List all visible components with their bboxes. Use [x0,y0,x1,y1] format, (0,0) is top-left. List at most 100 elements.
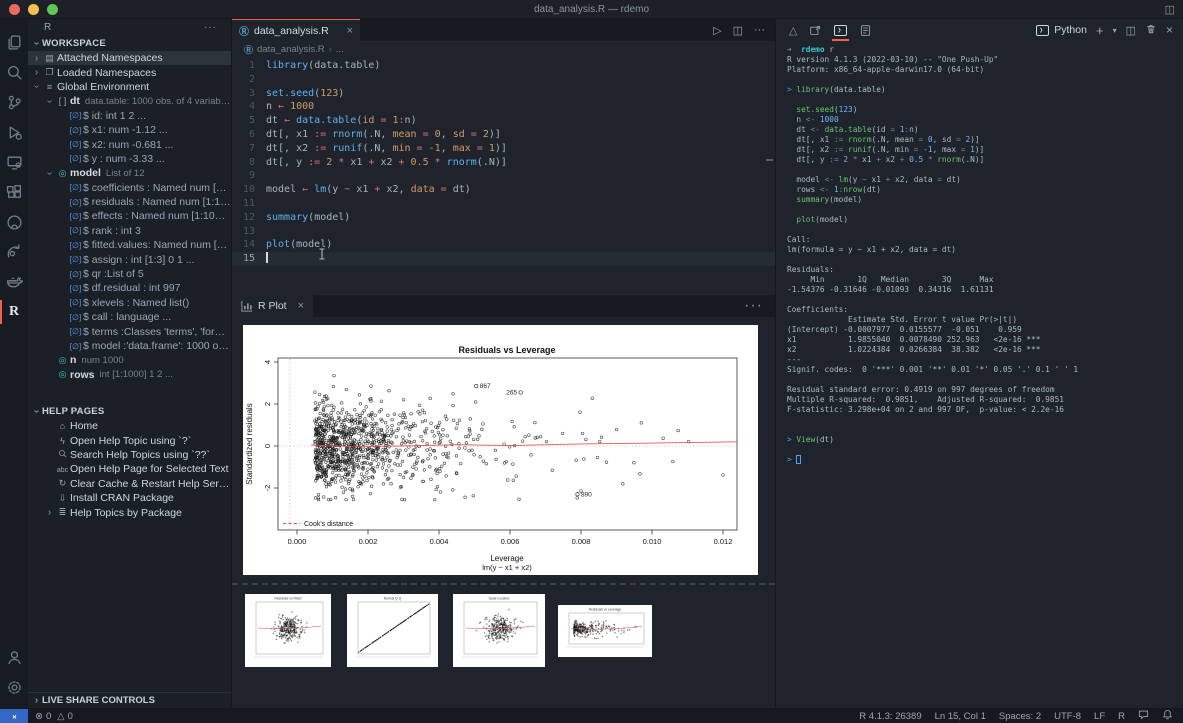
split-editor-icon[interactable]: ◫ [733,24,743,37]
tree-item[interactable]: ›▤Attached Namespaces [28,51,231,65]
problems-status[interactable]: ⊗0 △0 [28,711,73,722]
live-share-controls-section[interactable]: › LIVE SHARE CONTROLS [28,692,231,708]
tree-item[interactable]: ◎nnum 1000 [28,353,231,367]
code-line[interactable]: 12summary(model) [232,211,775,225]
code-line[interactable]: 11 [232,197,775,211]
output-icon[interactable] [859,19,872,41]
run-debug-icon[interactable] [0,117,28,147]
code-line[interactable]: 8dt[, y := 2 * x1 + x2 + 0.5 * rnorm(.N)… [232,156,775,170]
ports-icon[interactable] [809,19,822,41]
close-plot-icon[interactable]: × [298,300,304,312]
chevron-right-icon[interactable]: › [31,53,42,64]
plot-thumbnail-residuals-vs-leverage[interactable]: Residuals vs Leverage [558,605,652,657]
tree-item[interactable]: [∅]$ assign : int [1:3] 0 1 ... [28,252,231,266]
indentation-status[interactable]: Spaces: 2 [999,711,1041,722]
encoding-status[interactable]: UTF-8 [1054,711,1081,722]
code-line[interactable]: 10model ← lm(y ~ x1 + x2, data = dt) [232,183,775,197]
run-source-button[interactable]: ▷ [713,24,721,37]
tree-item[interactable]: [∅]$ id: int 1 2 ... [28,109,231,123]
language-mode-status[interactable]: R [1118,711,1125,722]
tree-item[interactable]: ⇩Install CRAN Package [28,491,231,505]
terminal-dropdown-icon[interactable]: ▾ [1113,26,1117,35]
editor-more-actions-icon[interactable]: ··· [754,24,765,36]
chevron-down-icon[interactable]: › [31,81,42,92]
r-extension-icon[interactable]: R [0,297,28,327]
tree-item[interactable]: ◎rowsint [1:1000] 1 2 ... [28,368,231,382]
tree-item[interactable]: ›❐Loaded Namespaces [28,65,231,79]
close-tab-icon[interactable]: × [347,25,353,37]
new-terminal-icon[interactable]: + [1096,23,1104,38]
tree-item[interactable]: [∅]$ x1: num -1.12 ... [28,123,231,137]
code-editor[interactable]: 1library(data.table)23set.seed(123)4n ← … [232,57,775,295]
explorer-icon[interactable] [0,27,28,57]
tree-item[interactable]: ›◎modelList of 12 [28,166,231,180]
customize-layout-icon[interactable]: ◫ [1165,3,1175,16]
terminal-output[interactable]: ➜ rdemo rR version 4.1.3 (2022-03-10) --… [776,41,1183,708]
kill-terminal-icon[interactable] [1145,23,1157,38]
tree-item[interactable]: ›≡Global Environment [28,80,231,94]
chevron-down-icon[interactable]: › [44,168,55,179]
tree-item[interactable]: ›≣Help Topics by Package [28,505,231,519]
tree-item[interactable]: ϟOpen Help Topic using `?` [28,433,231,447]
tree-item[interactable]: ›[ ]dtdata.table: 1000 obs. of 4 variabl… [28,94,231,108]
tab-r-plot[interactable]: R Plot × [232,295,313,317]
breadcrumb[interactable]: Ⓡ data_analysis.R › ... [232,41,775,57]
extensions-icon[interactable] [0,177,28,207]
tree-item[interactable]: [∅]$ coefficients : Named num [1:3] -0..… [28,181,231,195]
sidebar-more-actions-icon[interactable]: ··· [204,22,217,33]
chevron-down-icon[interactable]: › [44,96,55,107]
tree-item[interactable]: [∅]$ fitted.values: Named num [1:1000... [28,238,231,252]
tree-item[interactable]: [∅]$ y : num -3.33 ... [28,152,231,166]
code-line[interactable]: 6dt[, x1 := rnorm(.N, mean = 0, sd = 2)] [232,128,775,142]
maximize-window-button[interactable] [47,4,58,15]
tree-item[interactable]: [∅]$ effects : Named num [1:1000] -1.... [28,209,231,223]
tree-item[interactable]: ⌂Home [28,419,231,433]
cursor-position-status[interactable]: Ln 15, Col 1 [935,711,986,722]
tree-item[interactable]: [∅]$ call : language ... [28,310,231,324]
search-icon[interactable] [0,57,28,87]
code-line[interactable]: 4n ← 1000 [232,100,775,114]
problems-icon[interactable]: △ [789,19,797,41]
live-share-icon[interactable] [0,237,28,267]
source-control-icon[interactable] [0,87,28,117]
tree-item[interactable]: [∅]$ qr :List of 5 [28,267,231,281]
chevron-right-icon[interactable]: › [31,67,42,78]
terminal-profile[interactable]: ❯ Python [1036,24,1087,36]
tab-data-analysis[interactable]: Ⓡ data_analysis.R × [232,19,360,41]
code-line[interactable]: 15 [232,252,775,266]
remote-indicator[interactable]: ›‹ [0,709,28,723]
workspace-section-header[interactable]: › WORKSPACE [28,36,231,51]
github-icon[interactable] [0,207,28,237]
chevron-right-icon[interactable]: › [44,507,55,518]
help-pages-section-header[interactable]: › HELP PAGES [28,404,231,419]
code-line[interactable]: 1library(data.table) [232,59,775,73]
tree-item[interactable]: Search Help Topics using `??` [28,448,231,462]
accounts-icon[interactable] [0,642,28,672]
minimize-window-button[interactable] [28,4,39,15]
code-line[interactable]: 2 [232,73,775,87]
code-line[interactable]: 9 [232,169,775,183]
tree-item[interactable]: abcOpen Help Page for Selected Text [28,462,231,476]
feedback-icon[interactable] [1138,709,1149,723]
tree-item[interactable]: [∅]$ xlevels : Named list() [28,296,231,310]
r-version-status[interactable]: R 4.1.3: 26389 [859,711,921,722]
tree-item[interactable]: [∅]$ rank : int 3 [28,224,231,238]
close-panel-icon[interactable]: × [1166,23,1173,37]
code-line[interactable]: 7dt[, x2 := runif(.N, min = -1, max = 1)… [232,142,775,156]
tree-item[interactable]: [∅]$ df.residual : int 997 [28,281,231,295]
code-line[interactable]: 13 [232,225,775,239]
split-terminal-icon[interactable]: ◫ [1126,24,1136,37]
tree-item[interactable]: [∅]$ terms :Classes 'terms', 'formula' l… [28,324,231,338]
plot-thumbnail-normal-qq[interactable]: Normal Q-Q [347,594,438,667]
code-line[interactable]: 14plot(model) [232,238,775,252]
tree-item[interactable]: [∅]$ model :'data.frame': 1000 obs. of..… [28,339,231,353]
code-line[interactable]: 3set.seed(123) [232,87,775,101]
settings-gear-icon[interactable] [0,672,28,702]
remote-explorer-icon[interactable] [0,147,28,177]
tree-item[interactable]: [∅]$ x2: num -0.681 ... [28,137,231,151]
plot-thumbnail-residuals-vs-fitted[interactable]: Residuals vs Fitted [245,594,331,667]
eol-status[interactable]: LF [1094,711,1105,722]
code-line[interactable]: 5dt ← data.table(id = 1:n) [232,114,775,128]
tree-item[interactable]: [∅]$ residuals : Named num [1:1000] -... [28,195,231,209]
docker-icon[interactable] [0,267,28,297]
